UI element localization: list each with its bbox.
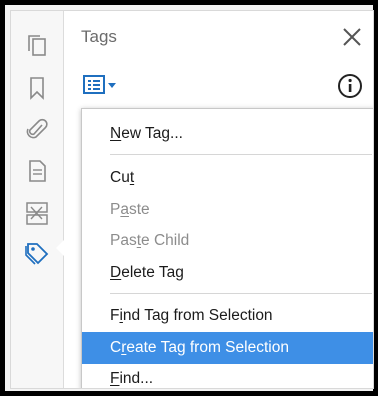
content-icon[interactable] xyxy=(24,200,50,226)
menu-item-paste[interactable]: Paste xyxy=(82,194,373,226)
menu-item-delete-tag[interactable]: Delete Tag xyxy=(82,257,373,289)
menu-item-paste-child[interactable]: Paste Child xyxy=(82,225,373,257)
menu-item-label: Paste xyxy=(110,201,150,218)
menu-item-label: Create Tag from Selection xyxy=(110,339,289,356)
menu-item-cut[interactable]: Cut xyxy=(82,162,373,194)
menu-item-label: Paste Child xyxy=(110,232,190,249)
document-icon[interactable] xyxy=(24,158,50,184)
tags-pane: Tags New Tag... Cut Paste Paste Child De… xyxy=(10,10,374,389)
panel-title: Tags xyxy=(81,27,117,46)
window-frame: Tags New Tag... Cut Paste Paste Child De… xyxy=(0,0,378,396)
options-dropdown-menu: New Tag... Cut Paste Paste Child Delete … xyxy=(81,108,373,388)
menu-item-label: Find Tag from Selection xyxy=(110,307,273,324)
active-pane-pointer xyxy=(56,239,65,257)
menu-item-label: Cut xyxy=(110,169,135,186)
menu-separator xyxy=(110,293,372,294)
attachment-icon[interactable] xyxy=(24,116,50,142)
menu-item-label: Delete Tag xyxy=(110,264,184,281)
menu-item-new-tag[interactable]: New Tag... xyxy=(82,118,373,150)
info-icon[interactable] xyxy=(337,73,363,99)
menu-item-create-tag-from-selection[interactable]: Create Tag from Selection xyxy=(82,332,373,364)
options-menu-button[interactable] xyxy=(82,74,120,96)
pages-icon[interactable] xyxy=(24,33,50,59)
tag-icon[interactable] xyxy=(24,240,50,266)
menu-separator xyxy=(110,154,372,155)
menu-item-find-tag-from-selection[interactable]: Find Tag from Selection xyxy=(82,300,373,332)
menu-item-find[interactable]: Find... xyxy=(82,363,373,388)
menu-item-label: New Tag... xyxy=(110,125,183,142)
close-icon[interactable] xyxy=(341,26,363,48)
navigation-rail xyxy=(11,11,65,388)
menu-item-label: Find... xyxy=(110,370,154,387)
bookmark-icon[interactable] xyxy=(24,75,50,101)
